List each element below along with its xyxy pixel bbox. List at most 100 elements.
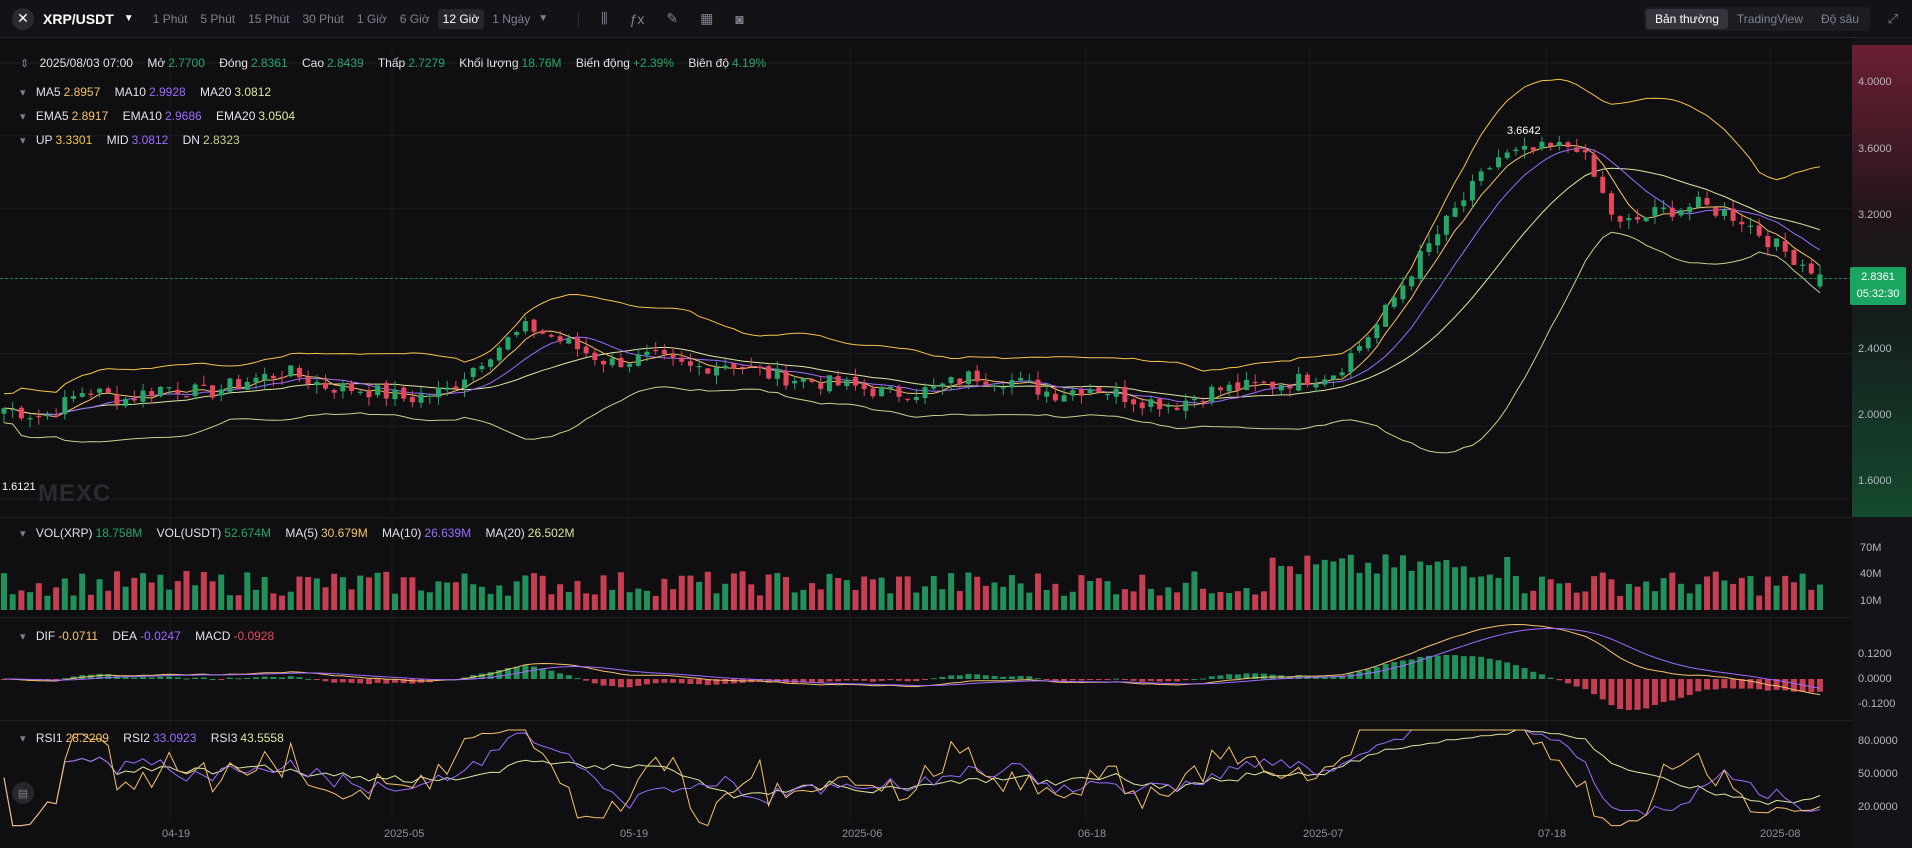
current-price-tag: 2.8361 05:32:30 bbox=[1850, 267, 1906, 305]
candle-body bbox=[1617, 216, 1623, 222]
collapse-icon[interactable]: ▾ bbox=[20, 528, 26, 540]
candle-body bbox=[305, 377, 311, 384]
candle-body bbox=[1044, 391, 1050, 397]
candle-body bbox=[1165, 405, 1171, 407]
ma-legend[interactable]: ▾ MA5 2.8957 MA10 2.9928 MA20 3.0812 bbox=[20, 85, 282, 99]
volume-bar bbox=[1304, 555, 1311, 610]
volume-bar bbox=[713, 593, 720, 610]
macd-histogram-bar bbox=[1530, 671, 1537, 679]
macd-histogram-bar bbox=[1130, 679, 1137, 681]
volume-bar bbox=[1556, 583, 1563, 610]
volume-bar bbox=[1425, 565, 1432, 610]
candle-body bbox=[36, 415, 42, 418]
volume-bar bbox=[922, 586, 929, 610]
volume-bar bbox=[1217, 592, 1224, 610]
volume-bar bbox=[1512, 575, 1519, 610]
volume-bar bbox=[1756, 595, 1763, 610]
toggle-arrows-icon[interactable]: ⇕ bbox=[20, 58, 29, 70]
macd-histogram-bar bbox=[296, 677, 303, 679]
volume-bar bbox=[1330, 561, 1337, 610]
layers-icon[interactable]: ▤ bbox=[12, 782, 34, 804]
price-tick: 3.2000 bbox=[1858, 209, 1892, 221]
volume-bar bbox=[1486, 574, 1493, 610]
candle-body bbox=[1661, 207, 1667, 210]
macd-histogram-bar bbox=[174, 677, 181, 679]
vol-tick: 40M bbox=[1860, 568, 1882, 580]
macd-histogram-bar bbox=[956, 675, 963, 679]
volume-bar bbox=[1052, 583, 1059, 610]
volume-bar bbox=[383, 571, 390, 610]
candle-body bbox=[1539, 141, 1545, 149]
candle-body bbox=[766, 366, 772, 379]
volume-bar bbox=[1008, 575, 1015, 610]
candle-body bbox=[88, 393, 94, 395]
candle-body bbox=[1626, 218, 1632, 221]
candle-body bbox=[1217, 387, 1223, 391]
macd-legend[interactable]: ▾ DIF -0.0711 DEA -0.0247 MACD -0.0928 bbox=[20, 629, 285, 643]
volume-bar bbox=[835, 578, 842, 610]
current-price-value: 2.8361 bbox=[1861, 271, 1895, 283]
collapse-icon[interactable]: ▾ bbox=[20, 111, 26, 123]
rsi-legend[interactable]: ▾ RSI1 28.2209 RSI2 33.0923 RSI3 43.5558 bbox=[20, 731, 295, 745]
candle-body bbox=[1200, 400, 1206, 403]
candle-body bbox=[1070, 390, 1076, 396]
ma5-value: 2.8957 bbox=[63, 85, 101, 99]
volume-bar bbox=[1061, 595, 1068, 610]
volume-bar bbox=[1026, 592, 1033, 610]
volume-bar bbox=[982, 585, 989, 610]
volume-bar bbox=[478, 586, 485, 610]
collapse-icon[interactable]: ▾ bbox=[20, 135, 26, 147]
macd-histogram-bar bbox=[157, 676, 164, 679]
close-value: 2.8361 bbox=[250, 56, 288, 70]
time-tick: 2025-05 bbox=[384, 828, 425, 840]
candle-body bbox=[1261, 381, 1267, 383]
candle-body bbox=[687, 361, 693, 366]
volume-bar bbox=[887, 593, 894, 610]
macd-histogram-bar bbox=[226, 677, 233, 679]
candle-body bbox=[522, 321, 528, 332]
macd-histogram-bar bbox=[1234, 674, 1241, 679]
candle-body bbox=[488, 359, 494, 367]
volume-bar bbox=[904, 576, 911, 610]
volume-bar bbox=[591, 594, 598, 610]
price-chart-canvas[interactable] bbox=[0, 0, 1852, 848]
volume-bar bbox=[1582, 591, 1589, 610]
macd-histogram-bar bbox=[1139, 679, 1146, 682]
volume-bar bbox=[1730, 583, 1737, 610]
collapse-icon[interactable]: ▾ bbox=[20, 87, 26, 99]
candle-body bbox=[1052, 393, 1058, 401]
volume-bar bbox=[1782, 575, 1789, 610]
candle-body bbox=[288, 365, 294, 377]
macd-histogram-bar bbox=[991, 675, 998, 679]
volume-bar bbox=[1121, 589, 1128, 610]
boll-legend[interactable]: ▾ UP 3.3301 MID 3.0812 DN 2.8323 bbox=[20, 133, 251, 147]
macd-histogram-bar bbox=[357, 679, 364, 684]
macd-histogram-bar bbox=[1425, 655, 1432, 679]
ema-legend[interactable]: ▾ EMA5 2.8917 EMA10 2.9686 EMA20 3.0504 bbox=[20, 109, 306, 123]
fullscreen-icon[interactable]: ⤢ bbox=[1888, 11, 1898, 27]
volume-bar bbox=[730, 573, 737, 610]
volume-bar bbox=[704, 571, 711, 610]
macd-histogram-bar bbox=[1460, 656, 1467, 679]
candle-body bbox=[79, 393, 85, 397]
volume-bar bbox=[1260, 591, 1267, 610]
candle-body bbox=[453, 386, 459, 389]
ema20-value: 3.0504 bbox=[258, 109, 296, 123]
candle-body bbox=[444, 387, 450, 390]
vol-legend[interactable]: ▾ VOL(XRP) 18.758M VOL(USDT) 52.674M MA(5)… bbox=[20, 526, 585, 540]
macd-histogram-bar bbox=[1469, 656, 1476, 679]
volume-bar bbox=[435, 581, 442, 610]
macd-histogram-bar bbox=[678, 679, 685, 684]
volume-bar bbox=[79, 573, 86, 610]
volume-bar bbox=[1643, 581, 1650, 610]
macd-histogram-bar bbox=[1043, 679, 1050, 680]
volume-bar bbox=[1651, 591, 1658, 610]
collapse-icon[interactable]: ▾ bbox=[20, 631, 26, 643]
candle-body bbox=[1235, 382, 1241, 391]
high-value: 2.8439 bbox=[327, 56, 364, 70]
collapse-icon[interactable]: ▾ bbox=[20, 733, 26, 745]
volume-bar bbox=[1808, 589, 1815, 610]
candle-body bbox=[792, 380, 798, 384]
macd-histogram-bar bbox=[1382, 664, 1389, 679]
macd-histogram-bar bbox=[1434, 655, 1441, 679]
